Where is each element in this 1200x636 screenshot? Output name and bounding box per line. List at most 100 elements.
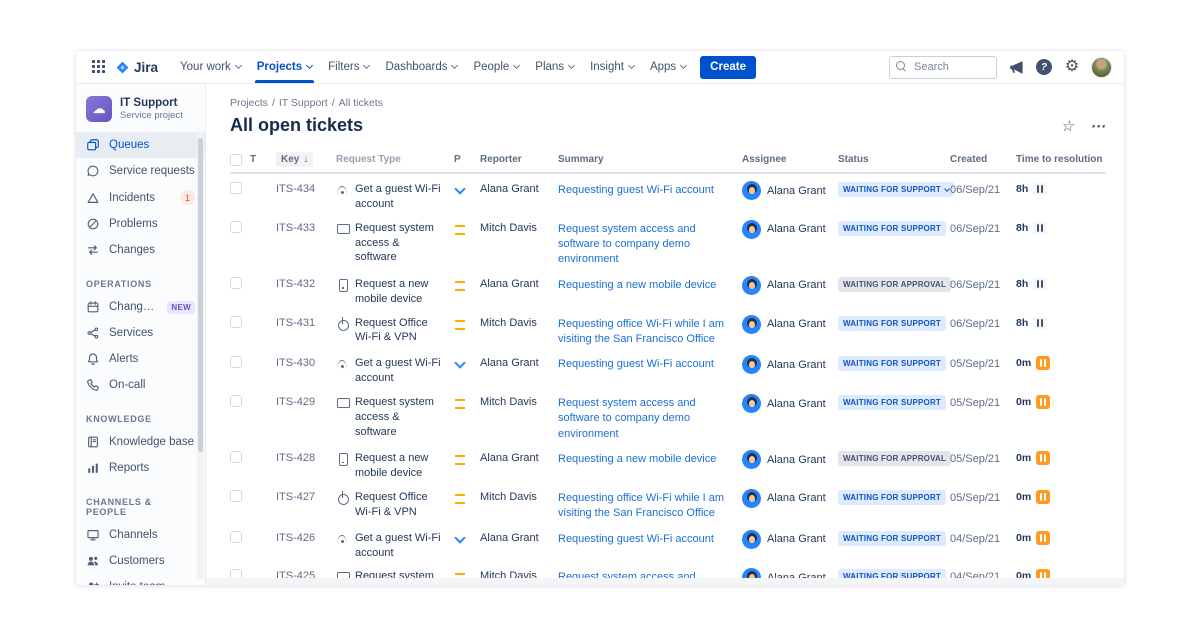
issue-key[interactable]: ITS-426 [276,530,336,544]
created-date: 05/Sep/21 [950,491,1001,504]
table-row[interactable]: ITS-431 Request Office Wi-Fi & VPN Mitch… [230,308,1106,349]
sidebar-item-queues[interactable]: Queues [76,132,205,158]
app-switcher-icon[interactable] [92,59,107,75]
col-request-type[interactable]: Request Type [336,154,454,165]
help-icon[interactable] [1035,58,1053,76]
favorite-star-icon[interactable] [1061,117,1074,135]
sidebar-item-on-call[interactable]: On-call [76,372,205,398]
status-lozenge[interactable]: WAITING FOR APPROVAL [838,451,952,467]
summary-link[interactable]: Requesting guest Wi-Fi account [558,533,714,545]
jira-logo[interactable]: Jira [115,60,158,75]
col-key-sorted[interactable]: Key ↓ [276,152,314,167]
row-checkbox[interactable] [230,315,242,328]
sidebar-item-invite-team[interactable]: Invite team [76,574,205,585]
row-checkbox[interactable] [230,182,242,194]
more-actions-icon[interactable] [1090,117,1106,135]
table-row[interactable]: ITS-427 Request Office Wi-Fi & VPN Mitch… [230,482,1106,523]
settings-gear-icon[interactable] [1063,58,1081,76]
col-assignee[interactable]: Assignee [742,154,838,165]
table-row[interactable]: ITS-433 Request system access & software… [230,213,1106,269]
row-checkbox[interactable] [230,451,242,464]
row-checkbox[interactable] [230,395,242,408]
table-row[interactable]: ITS-434 Get a guest Wi-Fi account Alana … [230,174,1106,213]
row-checkbox[interactable] [230,489,242,502]
status-lozenge[interactable]: WAITING FOR SUPPORT [838,489,947,505]
summary-link[interactable]: Requesting guest Wi-Fi account [558,358,714,370]
status-lozenge[interactable]: WAITING FOR APPROVAL [838,276,952,292]
sidebar-item-changes[interactable]: Changes [76,237,205,263]
summary-link[interactable]: Requesting office Wi-Fi while I am visit… [558,492,724,519]
issue-key[interactable]: ITS-430 [276,355,336,369]
sidebar-scrollbar[interactable] [197,130,204,579]
summary-link[interactable]: Requesting a new mobile device [558,279,716,291]
issue-key[interactable]: ITS-432 [276,276,336,290]
col-summary[interactable]: Summary [558,154,742,165]
nav-item-dashboards[interactable]: Dashboards [377,51,465,83]
table-row[interactable]: ITS-432 Request a new mobile device Alan… [230,269,1106,308]
sidebar-item-problems[interactable]: Problems [76,211,205,237]
summary-link[interactable]: Requesting a new mobile device [558,453,716,465]
summary-link[interactable]: Requesting guest Wi-Fi account [558,184,714,196]
table-row[interactable]: ITS-426 Get a guest Wi-Fi account Alana … [230,523,1106,562]
summary-link[interactable]: Request system access and software to co… [558,397,696,440]
issue-key[interactable]: ITS-433 [276,220,336,234]
nav-item-apps[interactable]: Apps [642,51,694,83]
issue-key[interactable]: ITS-429 [276,394,336,408]
sidebar-item-customers[interactable]: Customers [76,548,205,574]
table-row[interactable]: ITS-428 Request a new mobile device Alan… [230,443,1106,482]
status-lozenge[interactable]: WAITING FOR SUPPORT [838,182,955,197]
issue-key[interactable]: ITS-434 [276,181,336,195]
sidebar-item-knowledge-base[interactable]: Knowledge base [76,429,205,455]
nav-item-plans[interactable]: Plans [527,51,582,83]
summary-link[interactable]: Requesting office Wi-Fi while I am visit… [558,318,724,345]
nav-item-projects[interactable]: Projects [249,51,320,83]
col-created[interactable]: Created [950,154,1016,165]
create-button[interactable]: Create [700,55,756,79]
status-lozenge[interactable]: WAITING FOR SUPPORT [838,395,947,411]
col-time-to-resolution[interactable]: Time to resolution [1016,154,1106,165]
notifications-icon[interactable] [1007,58,1025,76]
col-priority[interactable]: P [454,154,480,165]
status-lozenge[interactable]: WAITING FOR SUPPORT [838,315,947,331]
row-checkbox[interactable] [230,530,242,543]
summary-link[interactable]: Request system access and software to co… [558,223,696,266]
row-checkbox[interactable] [230,220,242,233]
sidebar-item-channels[interactable]: Channels [76,522,205,548]
table-header: T Key ↓ Request Type P Reporter Summary A… [230,152,1106,174]
pause-icon [1036,356,1051,371]
status-lozenge[interactable]: WAITING FOR SUPPORT [838,530,947,546]
status-lozenge[interactable]: WAITING FOR SUPPORT [838,220,947,236]
nav-item-filters[interactable]: Filters [320,51,377,83]
status-lozenge[interactable]: WAITING FOR SUPPORT [838,356,947,372]
row-checkbox[interactable] [230,276,242,289]
nav-item-your-work[interactable]: Your work [172,51,249,83]
row-checkbox[interactable] [230,356,242,369]
breadcrumb-all-tickets[interactable]: All tickets [339,97,383,109]
breadcrumb-it-support[interactable]: IT Support [279,97,335,109]
col-reporter[interactable]: Reporter [480,154,558,165]
sidebar-item-services[interactable]: Services [76,320,205,346]
sidebar-item-service-requests[interactable]: Service requests [76,158,205,184]
user-avatar[interactable] [1091,56,1112,78]
nav-item-insight[interactable]: Insight [582,51,642,83]
col-type[interactable]: T [250,154,276,165]
sidebar-item-incidents[interactable]: Incidents 1 [76,184,205,211]
bottom-scroll-strip[interactable] [206,578,1124,585]
request-type-label: Get a guest Wi-Fi account [355,183,441,210]
issue-key[interactable]: ITS-427 [276,489,336,503]
table-row[interactable]: ITS-429 Request system access & software… [230,387,1106,443]
select-all-checkbox[interactable] [230,153,242,166]
sidebar-item-reports[interactable]: Reports [76,455,205,481]
issue-key[interactable]: ITS-431 [276,315,336,329]
col-status[interactable]: Status [838,154,950,165]
assignee-name: Alana Grant [767,318,826,331]
table-row[interactable]: ITS-430 Get a guest Wi-Fi account Alana … [230,348,1106,387]
issue-key[interactable]: ITS-428 [276,450,336,464]
breadcrumb-projects[interactable]: Projects [230,97,275,109]
search-input[interactable] [889,55,997,79]
sidebar-item-alerts[interactable]: Alerts [76,346,205,372]
project-header[interactable]: IT Support Service project [76,94,205,132]
sla-time: 8h [1016,316,1029,329]
sidebar-item-change-calendar[interactable]: Change calen... NEW [76,294,205,320]
nav-item-people[interactable]: People [465,51,527,83]
